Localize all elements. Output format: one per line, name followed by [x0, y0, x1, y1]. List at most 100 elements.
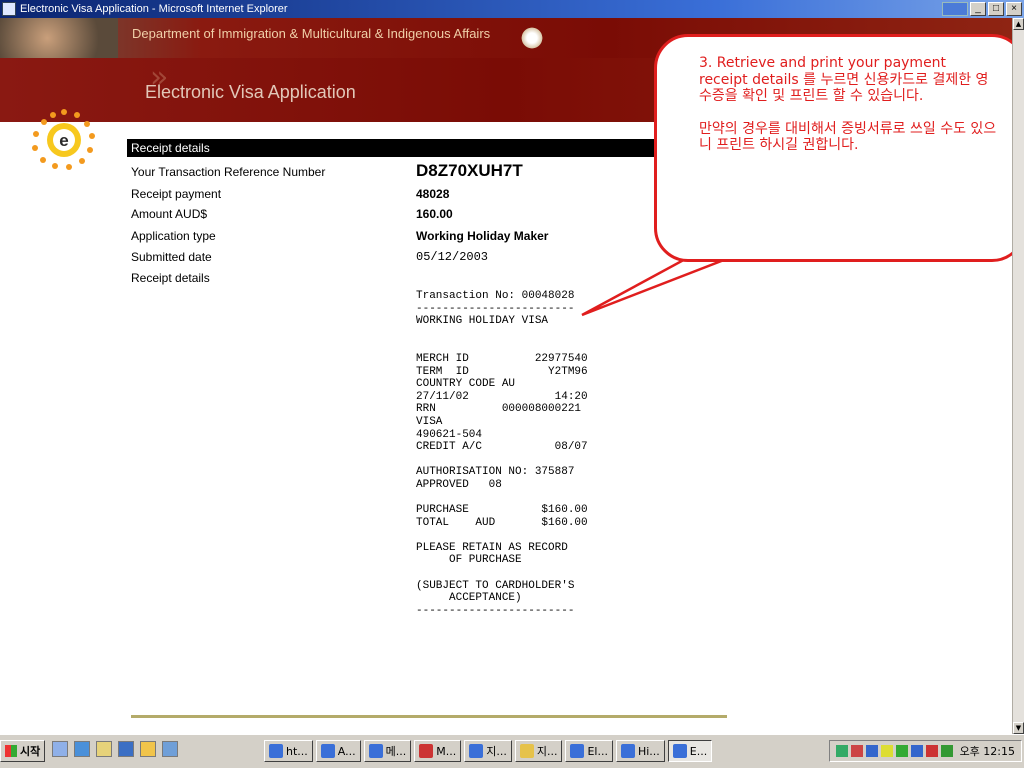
tray-icon[interactable]	[895, 745, 908, 757]
receipt-line: 27/11/02 14:20	[416, 390, 588, 403]
explorer-icon[interactable]	[96, 741, 112, 757]
receipt-line	[416, 529, 616, 542]
tray-icon[interactable]	[880, 745, 893, 757]
tray-icon[interactable]	[865, 745, 878, 757]
task-button-active[interactable]: E...	[667, 740, 713, 762]
receipt-line: VISA	[416, 415, 443, 428]
ie-icon	[672, 744, 687, 758]
receipt-line	[416, 340, 616, 353]
browser-content: Department of Immigration & Multicultura…	[0, 18, 1012, 734]
application-type-value: Working Holiday Maker	[416, 229, 549, 243]
receipt-line: (SUBJECT TO CARDHOLDER'S	[416, 579, 575, 592]
ie-icon	[2, 2, 16, 16]
task-label: El...	[587, 744, 608, 758]
receipt-line: RRN 000008000221	[416, 403, 582, 416]
task-button[interactable]: M...	[414, 740, 462, 762]
coat-of-arms-icon	[520, 26, 544, 50]
receipt-line: PURCHASE $160.00	[416, 504, 588, 517]
task-label: Hi...	[637, 744, 660, 758]
receipt-line: 490621-504	[416, 428, 483, 441]
footer-divider	[131, 715, 727, 718]
receipt-line: ACCEPTANCE)	[416, 592, 522, 605]
payment-receipt: Transaction No: 00048028 ---------------…	[416, 290, 616, 617]
callout-recommendation: 만약의 경우를 대비해서 증빙서류로 쓰일 수도 있으니 프린트 하시길 권합니…	[699, 120, 997, 154]
mail-icon	[469, 744, 484, 758]
amount-label: Amount AUD$	[131, 207, 208, 221]
task-button[interactable]: 지...	[464, 740, 512, 762]
submitted-date-value: 05/12/2003	[416, 250, 489, 264]
task-label: 지...	[536, 745, 558, 758]
clock[interactable]: 오후 12:15	[960, 743, 1015, 759]
receipt-line: WORKING HOLIDAY VISA	[416, 315, 549, 328]
folder-icon[interactable]	[140, 741, 156, 757]
receipt-line: AUTHORISATION NO: 375887	[416, 466, 575, 479]
receipt-details-header: Receipt details	[127, 139, 680, 157]
receipt-line: ------------------------	[416, 604, 575, 617]
receipt-payment-label: Receipt payment	[131, 187, 222, 201]
system-tray: 오후 12:15	[828, 740, 1022, 762]
evisa-logo: e	[32, 109, 95, 170]
application-type-label: Application type	[131, 229, 216, 243]
maximize-button[interactable]: □	[988, 2, 1004, 16]
app-title: Electronic Visa Application	[145, 82, 356, 102]
tray-icon[interactable]	[940, 745, 953, 757]
task-button[interactable]: A...	[315, 740, 361, 762]
start-button[interactable]: 시작	[0, 740, 46, 762]
receipt-line	[416, 454, 616, 467]
task-label: ht...	[286, 744, 308, 758]
vertical-scrollbar[interactable]: ▲ ▼	[1012, 18, 1024, 734]
app-icon	[419, 744, 434, 758]
ie-icon	[570, 744, 585, 758]
reference-number-value: D8Z70XUH7T	[416, 161, 523, 180]
window-title-bar[interactable]: Electronic Visa Application - Microsoft …	[0, 0, 1024, 18]
task-button[interactable]: Hi...	[615, 740, 665, 762]
scroll-up-button[interactable]: ▲	[1013, 18, 1024, 30]
scroll-down-button[interactable]: ▼	[1013, 722, 1024, 734]
receipt-line: APPROVED 08	[416, 478, 502, 491]
svg-text:e: e	[59, 131, 68, 150]
messenger-icon[interactable]	[162, 741, 178, 757]
receipt-line: MERCH ID 22977540	[416, 352, 588, 365]
amount-value: 160.00	[416, 207, 453, 221]
ie-launch-icon[interactable]	[74, 741, 90, 757]
start-label: 시작	[20, 745, 41, 758]
minimize-button[interactable]: _	[970, 2, 986, 16]
task-button[interactable]: 메...	[363, 740, 412, 762]
receipt-line	[416, 328, 616, 341]
task-buttons: ht... A... 메... M... 지... 지... El... Hi.…	[264, 740, 713, 762]
desktop-icon[interactable]	[52, 741, 68, 757]
task-label: A...	[337, 744, 356, 758]
receipt-line: CREDIT A/C 08/07	[416, 441, 588, 454]
task-label: M...	[436, 744, 457, 758]
receipt-payment-value: 48028	[416, 187, 450, 201]
window-title: Electronic Visa Application - Microsoft …	[20, 3, 288, 15]
receipt-line	[416, 567, 616, 580]
task-button[interactable]: El...	[565, 740, 613, 762]
receipt-line: PLEASE RETAIN AS RECORD	[416, 541, 568, 554]
header-photo	[0, 18, 118, 58]
browser-icon[interactable]	[118, 741, 134, 757]
receipt-line: TERM ID Y2TM96	[416, 365, 588, 378]
ie-icon	[269, 744, 283, 758]
receipt-line	[416, 492, 616, 505]
department-name: Department of Immigration & Multicultura…	[132, 26, 491, 41]
tray-icon[interactable]	[850, 745, 863, 757]
tray-icon[interactable]	[910, 745, 923, 757]
mail-icon	[368, 744, 383, 758]
tray-icon[interactable]	[835, 745, 848, 757]
windows-logo-icon	[5, 745, 17, 757]
annotation-callout: 3. Retrieve and print your payment recei…	[654, 34, 1012, 262]
receipt-line: TOTAL AUD $160.00	[416, 516, 588, 529]
task-label: 지...	[486, 745, 507, 758]
submitted-date-label: Submitted date	[131, 250, 212, 264]
task-button[interactable]: ht...	[264, 740, 313, 762]
receipt-line: ------------------------	[416, 302, 575, 315]
tray-icon[interactable]	[925, 745, 938, 757]
callout-instruction: 3. Retrieve and print your payment recei…	[699, 55, 989, 104]
reference-number-label: Your Transaction Reference Number	[131, 165, 326, 179]
receipt-details-label: Receipt details	[131, 271, 210, 285]
folder-icon	[519, 744, 534, 758]
task-button[interactable]: 지...	[514, 740, 563, 762]
ie-icon	[320, 744, 335, 758]
close-button[interactable]: ×	[1006, 2, 1022, 16]
